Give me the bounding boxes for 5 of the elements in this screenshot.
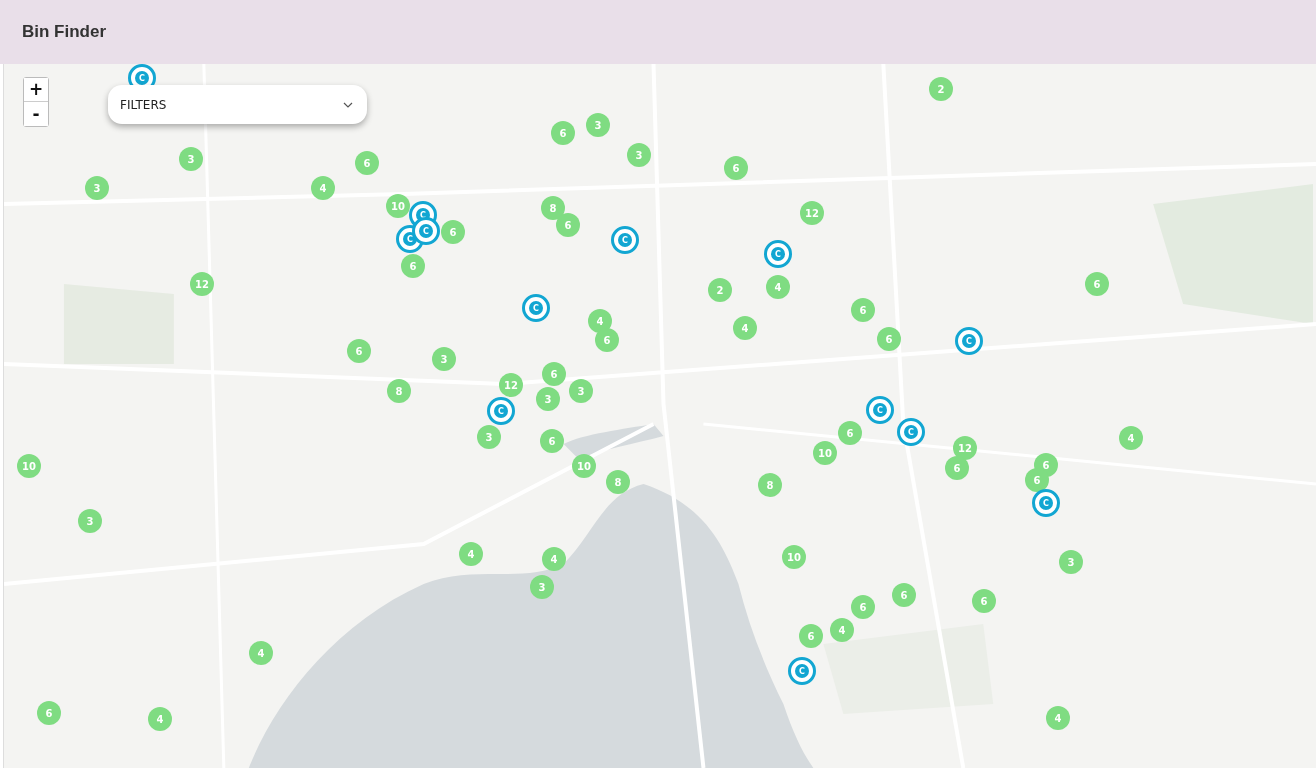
filters-dropdown[interactable]: FILTERS (108, 85, 367, 124)
app-title: Bin Finder (22, 22, 107, 42)
map[interactable]: C 2 6 3 3 6 3 6 3 4 10 C 8 12 C C 6 6 C C 6 12 2 4 6 C 6 4 4 6 6 6 C 3 6 8 12 3 3 C C 3 6 6 C 4 10 12 10 10 6 6 8 8 6 C 3 4 4 10 3 3 6 6 6 6 4 4 C 6 4 4 + - FILTERS (3, 64, 1316, 768)
zoom-in-button[interactable]: + (24, 78, 48, 102)
chevron-down-icon (343, 101, 353, 108)
